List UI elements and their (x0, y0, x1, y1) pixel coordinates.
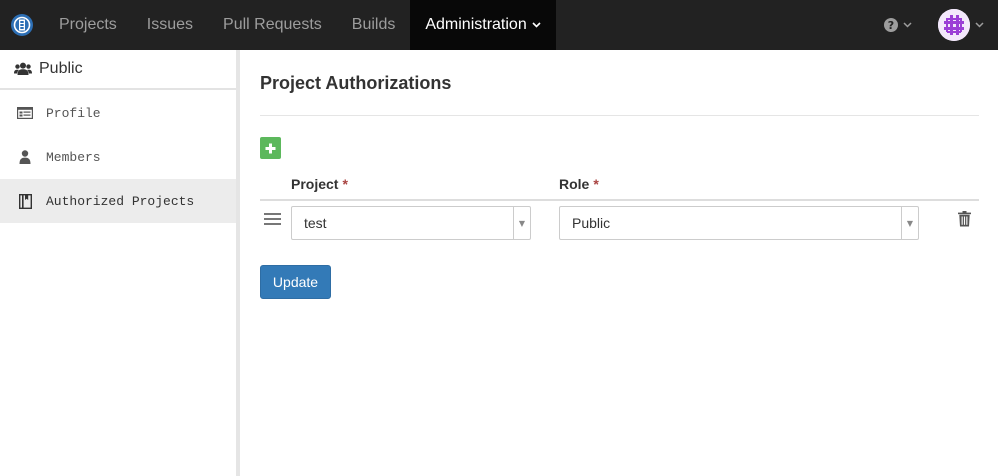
add-authorization-button[interactable] (260, 137, 281, 159)
avatar (938, 9, 970, 41)
chevron-down-icon (903, 22, 912, 28)
sidebar-item-profile[interactable]: Profile (0, 91, 236, 135)
role-column-header: Role * (559, 176, 599, 192)
sidebar-item-authorized-projects-label: Authorized Projects (46, 193, 195, 209)
drag-handle-icon[interactable] (264, 213, 281, 225)
nav-pull-requests-label: Pull Requests (223, 16, 322, 33)
top-navbar: Projects Issues Pull Requests Builds Adm… (0, 0, 998, 50)
page-title: Project Authorizations (260, 73, 452, 93)
user-menu[interactable] (928, 0, 998, 50)
book-icon (17, 193, 33, 209)
nav-builds[interactable]: Builds (337, 0, 411, 50)
nav-administration-label: Administration (425, 16, 527, 33)
project-select-value: test (304, 215, 327, 231)
delete-row-button[interactable] (958, 211, 971, 227)
project-select[interactable]: test ▼ (291, 206, 531, 240)
chevron-down-icon (975, 22, 984, 28)
project-column-label: Project (291, 176, 339, 192)
update-button[interactable]: Update (260, 265, 331, 299)
sidebar-item-authorized-projects[interactable]: Authorized Projects (0, 179, 236, 223)
logo-icon (11, 14, 33, 36)
plus-icon (265, 143, 276, 153)
sidebar-item-members-label: Members (46, 149, 101, 165)
table-header-divider (260, 199, 979, 201)
sidebar-item-members[interactable]: Members (0, 135, 236, 179)
group-name: Public (39, 60, 83, 77)
user-icon (17, 150, 33, 164)
nav-projects-label: Projects (59, 16, 117, 33)
dropdown-arrow-icon: ▼ (901, 207, 918, 239)
chevron-down-icon (532, 22, 541, 28)
project-column-header: Project * (291, 176, 348, 192)
app-logo[interactable] (0, 0, 44, 50)
sidebar-divider[interactable] (236, 50, 240, 476)
id-card-icon (17, 107, 33, 119)
question-circle-icon: ? (884, 18, 898, 32)
nav-issues-label: Issues (146, 16, 194, 33)
title-divider (260, 115, 979, 116)
role-select-value: Public (572, 215, 611, 231)
nav-pull-requests[interactable]: Pull Requests (208, 0, 337, 50)
help-menu[interactable]: ? (870, 0, 928, 50)
sidebar-header: Public (0, 50, 236, 90)
nav-builds-label: Builds (351, 16, 396, 33)
required-mark: * (593, 176, 599, 192)
main-content: Project Authorizations Project * Role * te… (260, 50, 979, 299)
dropdown-arrow-icon: ▼ (513, 207, 530, 239)
role-select[interactable]: Public ▼ (559, 206, 919, 240)
nav-projects[interactable]: Projects (44, 0, 132, 50)
users-icon (14, 62, 32, 76)
required-mark: * (342, 176, 348, 192)
nav-administration[interactable]: Administration (410, 0, 556, 50)
nav-issues[interactable]: Issues (132, 0, 208, 50)
sidebar-item-profile-label: Profile (46, 105, 101, 121)
role-column-label: Role (559, 176, 590, 192)
trash-icon (958, 211, 971, 227)
sidebar: Public Profile Members Authorized Projec… (0, 50, 236, 476)
